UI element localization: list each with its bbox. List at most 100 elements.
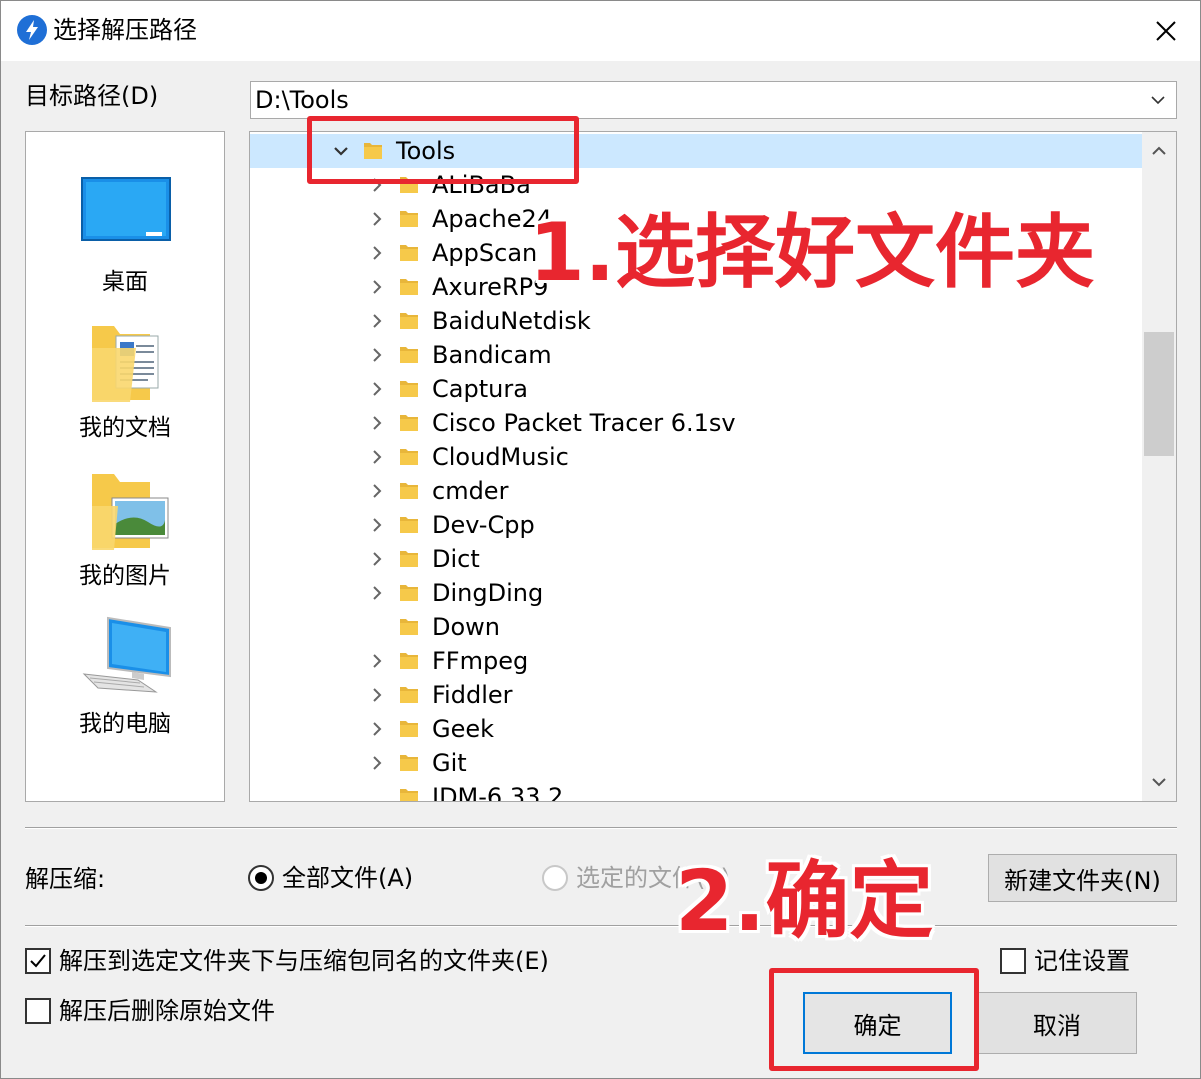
tree-label[interactable]: Dict — [432, 543, 480, 575]
tree-label[interactable]: BaiduNetdisk — [432, 305, 591, 337]
checkbox-delete-after[interactable] — [25, 998, 51, 1024]
place-documents[interactable]: 我的文档 — [26, 318, 224, 466]
chevron-right-icon[interactable] — [368, 346, 386, 364]
folder-icon — [398, 242, 420, 264]
annotation-box-folder — [307, 116, 579, 184]
chevron-right-icon[interactable] — [368, 244, 386, 262]
radio-selected-dot — [255, 872, 267, 884]
annotation-box-ok — [769, 968, 979, 1071]
title-bar: 选择解压路径 — [1, 1, 1200, 61]
chevron-right-icon[interactable] — [368, 686, 386, 704]
tree-row[interactable]: Dev-Cpp — [250, 508, 1142, 542]
chevron-right-icon[interactable] — [368, 278, 386, 296]
folder-icon — [398, 582, 420, 604]
tree-row[interactable]: Bandicam — [250, 338, 1142, 372]
chevron-right-icon[interactable] — [368, 720, 386, 738]
place-desktop[interactable]: 桌面 — [26, 172, 224, 320]
chevron-right-icon[interactable] — [368, 380, 386, 398]
tree-row[interactable]: FFmpeg — [250, 644, 1142, 678]
radio-all-files-label[interactable]: 全部文件(A) — [282, 861, 413, 895]
folder-icon — [398, 208, 420, 230]
tree-row[interactable]: DingDing — [250, 576, 1142, 610]
target-path-value[interactable]: D:\Tools — [255, 85, 349, 115]
tree-label[interactable]: Bandicam — [432, 339, 552, 371]
tree-label[interactable]: IDM-6.33.2 — [432, 781, 563, 801]
tree-row[interactable]: Down — [250, 610, 1142, 644]
tree-row[interactable]: BaiduNetdisk — [250, 304, 1142, 338]
place-computer[interactable]: 我的电脑 — [26, 614, 224, 762]
chevron-up-icon[interactable] — [1142, 134, 1176, 168]
tree-label[interactable]: FFmpeg — [432, 645, 528, 677]
tree-row[interactable]: cmder — [250, 474, 1142, 508]
folder-icon — [398, 514, 420, 536]
folder-icon — [398, 446, 420, 468]
tree-label[interactable]: Git — [432, 747, 467, 779]
tree-row[interactable]: Git — [250, 746, 1142, 780]
documents-folder-icon — [78, 318, 174, 408]
folder-icon — [398, 480, 420, 502]
folder-icon — [398, 616, 420, 638]
chevron-right-icon[interactable] — [368, 550, 386, 568]
chevron-right-icon[interactable] — [368, 210, 386, 228]
tree-label[interactable]: Captura — [432, 373, 528, 405]
tree-label[interactable]: cmder — [432, 475, 508, 507]
target-path-label: 目标路径(D) — [25, 82, 159, 110]
tree-row[interactable]: Cisco Packet Tracer 6.1sv — [250, 406, 1142, 440]
folder-icon — [398, 718, 420, 740]
folder-icon — [398, 786, 420, 801]
folder-icon — [398, 276, 420, 298]
tree-row[interactable]: CloudMusic — [250, 440, 1142, 474]
checkbox-delete-after-label[interactable]: 解压后删除原始文件 — [59, 994, 275, 1028]
target-path-combobox[interactable]: D:\Tools — [250, 81, 1177, 119]
places-sidebar: 桌面 我的文档 我的图片 我的电脑 — [25, 131, 225, 802]
chevron-down-icon[interactable] — [1146, 88, 1170, 112]
window-title: 选择解压路径 — [53, 16, 197, 44]
tree-row[interactable]: Fiddler — [250, 678, 1142, 712]
chevron-right-icon[interactable] — [368, 482, 386, 500]
extract-dialog: 选择解压路径 目标路径(D) D:\Tools 桌面 我的文档 我的图片 我的电… — [0, 0, 1201, 1079]
close-icon[interactable] — [1146, 11, 1186, 51]
chevron-right-icon[interactable] — [368, 448, 386, 466]
annotation-step1: 1.选择好文件夹 — [529, 206, 1096, 299]
chevron-right-icon[interactable] — [368, 652, 386, 670]
tree-scrollbar[interactable] — [1142, 132, 1176, 801]
tree-label[interactable]: Geek — [432, 713, 494, 745]
tree-label[interactable]: Fiddler — [432, 679, 513, 711]
pictures-folder-icon — [78, 466, 174, 556]
folder-icon — [398, 412, 420, 434]
folder-icon — [398, 548, 420, 570]
new-folder-button[interactable]: 新建文件夹(N) — [988, 854, 1177, 902]
folder-icon — [398, 752, 420, 774]
chevron-right-icon[interactable] — [368, 584, 386, 602]
tree-label[interactable]: CloudMusic — [432, 441, 569, 473]
checkbox-remember-label[interactable]: 记住设置 — [1034, 944, 1130, 978]
chevron-right-icon[interactable] — [368, 414, 386, 432]
place-documents-label: 我的文档 — [79, 415, 171, 441]
annotation-step2: 2.确定 — [675, 852, 934, 950]
tree-row[interactable]: IDM-6.33.2 — [250, 780, 1142, 801]
chevron-right-icon[interactable] — [368, 516, 386, 534]
divider — [25, 827, 1177, 829]
checkbox-extract-to-subfolder-label[interactable]: 解压到选定文件夹下与压缩包同名的文件夹(E) — [59, 944, 549, 978]
folder-icon — [398, 310, 420, 332]
tree-row[interactable]: Geek — [250, 712, 1142, 746]
checkbox-extract-to-subfolder[interactable] — [25, 948, 51, 974]
cancel-button[interactable]: 取消 — [977, 992, 1137, 1054]
chevron-down-icon[interactable] — [1142, 765, 1176, 799]
checkbox-remember[interactable] — [1000, 948, 1026, 974]
computer-icon — [78, 614, 174, 704]
tree-label[interactable]: AppScan — [432, 237, 537, 269]
tree-row[interactable]: Dict — [250, 542, 1142, 576]
scrollbar-thumb[interactable] — [1144, 332, 1174, 456]
tree-label[interactable]: Cisco Packet Tracer 6.1sv — [432, 407, 736, 439]
chevron-right-icon[interactable] — [368, 312, 386, 330]
radio-selected-files — [542, 865, 568, 891]
divider — [25, 925, 1177, 927]
tree-label[interactable]: DingDing — [432, 577, 543, 609]
place-pictures[interactable]: 我的图片 — [26, 466, 224, 614]
tree-row[interactable]: Captura — [250, 372, 1142, 406]
tree-label[interactable]: Dev-Cpp — [432, 509, 535, 541]
chevron-right-icon[interactable] — [368, 754, 386, 772]
radio-all-files[interactable] — [248, 865, 274, 891]
tree-label[interactable]: Down — [432, 611, 500, 643]
